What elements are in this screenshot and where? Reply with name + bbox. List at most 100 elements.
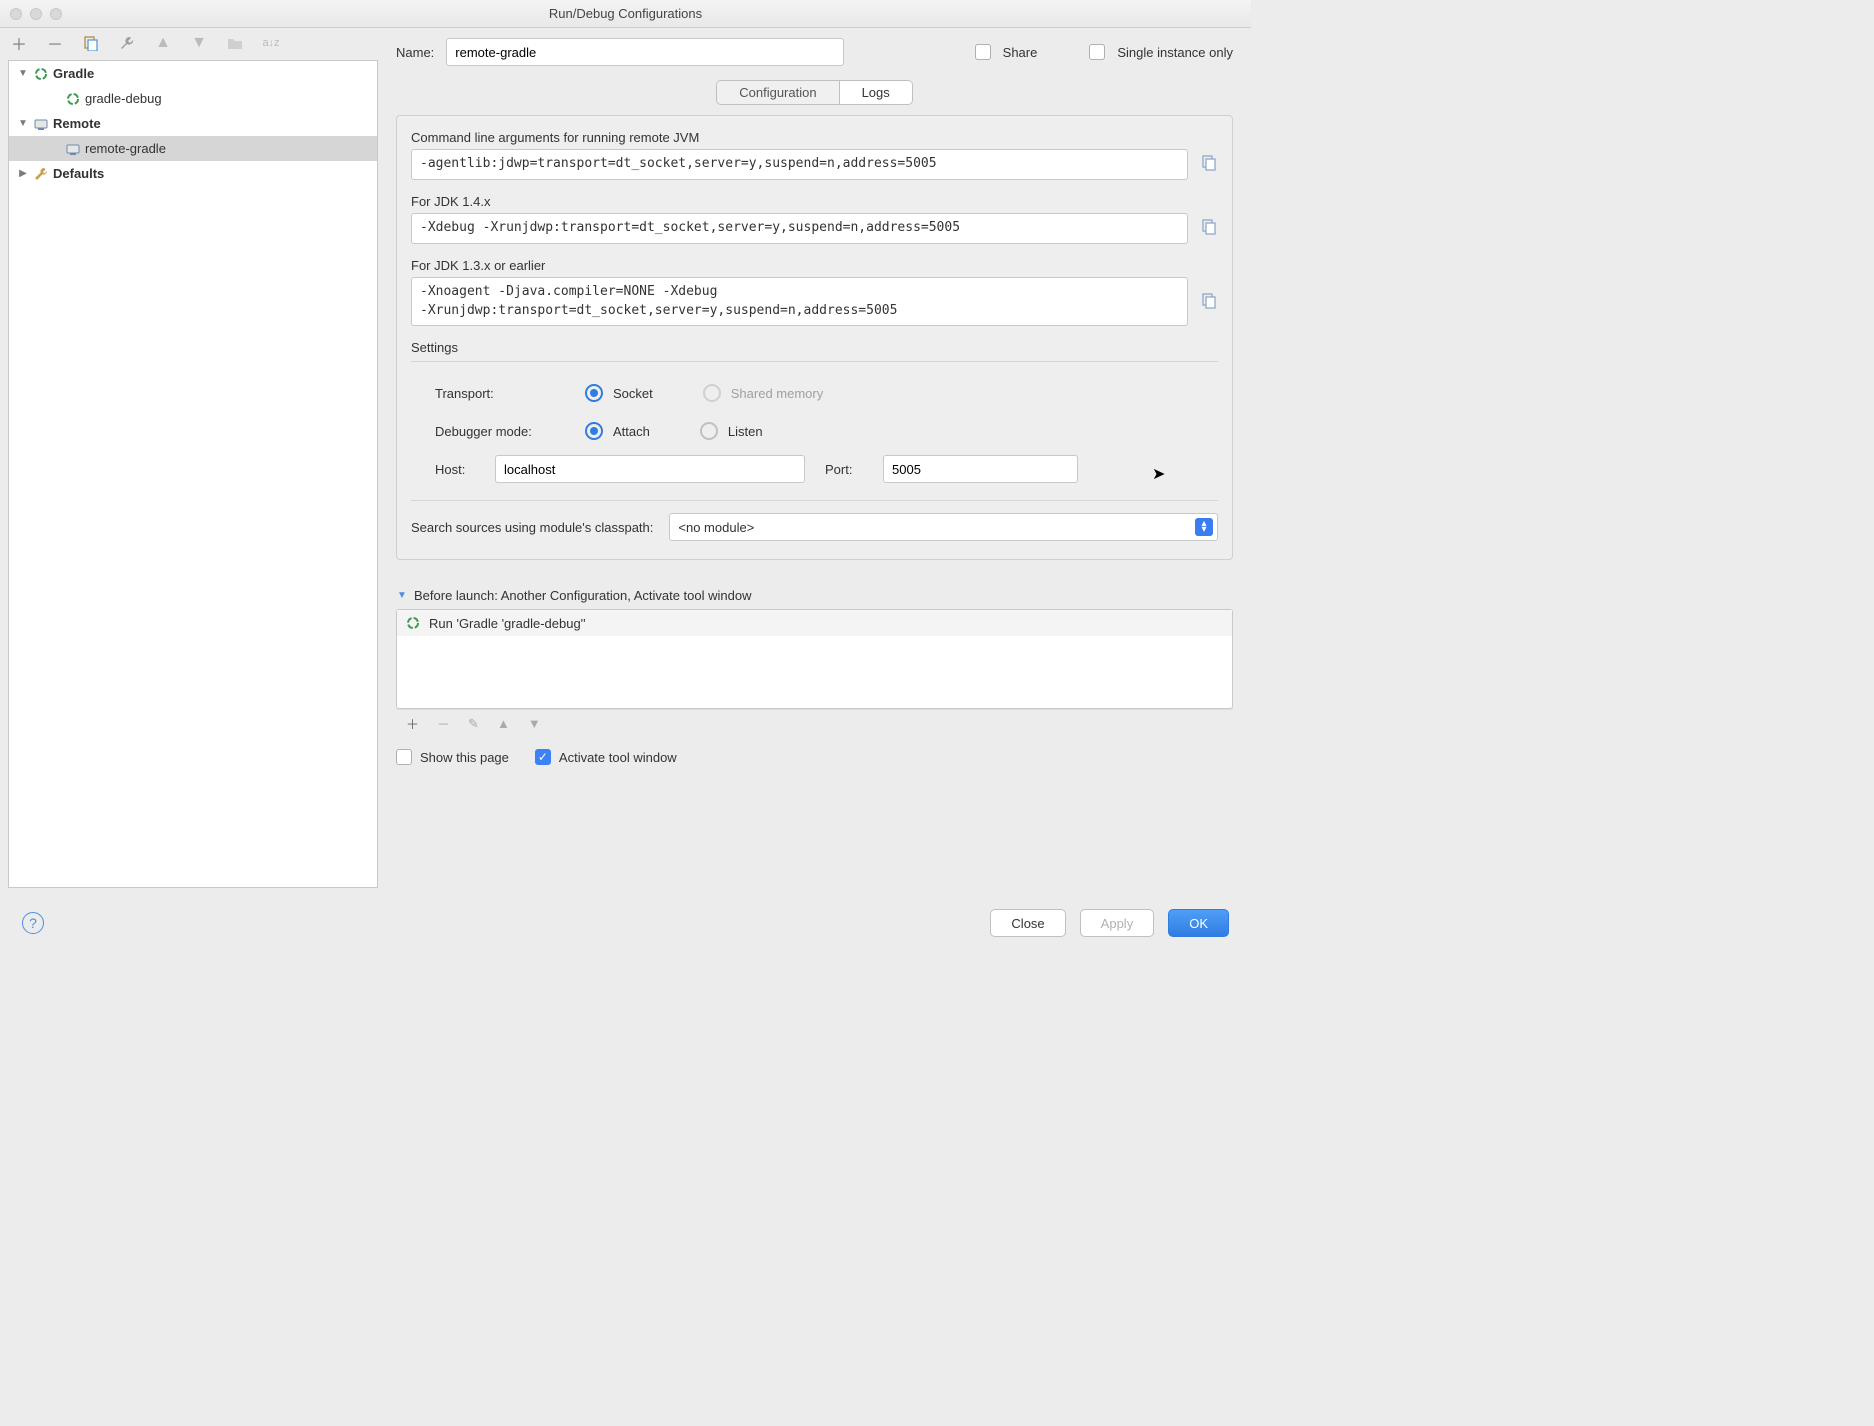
before-launch-item[interactable]: Run 'Gradle 'gradle-debug'' [397,610,1232,636]
transport-row: Transport: Socket Shared memory [411,374,1218,412]
wrench-icon [33,166,49,182]
folder-icon[interactable] [226,34,244,52]
settings-label: Settings [411,340,1218,355]
window-controls [0,8,62,20]
port-label: Port: [825,462,869,477]
activate-tool-window-checkbox[interactable] [535,749,551,765]
copy-icon[interactable] [1200,293,1218,311]
cmd-field[interactable]: -agentlib:jdwp=transport=dt_socket,serve… [411,149,1188,180]
before-launch-header[interactable]: Before launch: Another Configuration, Ac… [396,588,1233,603]
mode-listen-radio[interactable] [700,422,718,440]
name-row: Name: Share Single instance only [396,38,1233,66]
tab-configuration[interactable]: Configuration [717,81,838,104]
cmd-label: Command line arguments for running remot… [411,130,1218,145]
transport-label: Transport: [435,386,585,401]
sidebar: ＋ － ▲ ▼ a↓z Gradle [0,28,378,888]
before-launch-item-label: Run 'Gradle 'gradle-debug'' [429,616,586,631]
tree-node-gradle-debug[interactable]: gradle-debug [9,86,377,111]
tree-label: Remote [53,116,101,131]
single-instance-label: Single instance only [1117,45,1233,60]
name-input[interactable] [446,38,844,66]
up-icon[interactable]: ▲ [154,34,172,52]
tab-label: Configuration [739,85,816,100]
up-icon[interactable]: ▲ [497,716,510,731]
before-launch: Before launch: Another Configuration, Ac… [396,588,1233,765]
help-icon[interactable]: ? [22,912,44,934]
edit-icon[interactable]: ✎ [468,716,479,732]
copy-icon[interactable] [1200,155,1218,173]
host-input[interactable] [495,455,805,483]
sidebar-toolbar: ＋ － ▲ ▼ a↓z [0,28,378,58]
mode-attach-radio[interactable] [585,422,603,440]
show-page-label: Show this page [420,750,509,765]
copy-icon[interactable] [1200,219,1218,237]
add-icon[interactable]: ＋ [406,714,419,733]
titlebar: Run/Debug Configurations [0,0,1251,28]
name-label: Name: [396,45,434,60]
before-launch-list[interactable]: Run 'Gradle 'gradle-debug'' [396,609,1233,709]
tree-node-remote-gradle[interactable]: remote-gradle [9,136,377,161]
dropdown-caret-icon: ▴▾ [1195,518,1213,536]
tree-node-defaults[interactable]: Defaults [9,161,377,186]
close-window-icon[interactable] [10,8,22,20]
tab-bar: Configuration Logs [396,80,1233,105]
mode-label: Debugger mode: [435,424,585,439]
remote-icon [33,116,49,132]
host-port-row: Host: Port: [411,450,1218,488]
module-select[interactable]: <no module> ▴▾ [669,513,1218,541]
down-icon[interactable]: ▼ [528,716,541,731]
chevron-down-icon[interactable] [17,118,29,129]
footer: ? Close Apply OK [0,895,1251,951]
mode-row: Debugger mode: Attach Listen [411,412,1218,450]
mode-listen-label: Listen [728,424,763,439]
wrench-icon[interactable] [118,34,136,52]
config-tree[interactable]: Gradle gradle-debug Remote remote-grad [8,60,378,888]
gradle-icon [33,66,49,82]
chevron-down-icon[interactable] [396,590,408,601]
tab-logs[interactable]: Logs [839,81,912,104]
jdk14-field[interactable]: -Xdebug -Xrunjdwp:transport=dt_socket,se… [411,213,1188,244]
transport-socket-label: Socket [613,386,653,401]
single-instance-checkbox[interactable] [1089,44,1105,60]
config-panel: Name: Share Single instance only Configu… [378,28,1251,888]
show-page-checkbox[interactable] [396,749,412,765]
gradle-icon [65,91,81,107]
share-checkbox[interactable] [975,44,991,60]
copy-icon[interactable] [82,34,100,52]
minimize-window-icon[interactable] [30,8,42,20]
tree-label: gradle-debug [85,91,162,106]
tree-node-remote[interactable]: Remote [9,111,377,136]
share-label: Share [1003,45,1038,60]
down-icon[interactable]: ▼ [190,34,208,52]
port-input[interactable] [883,455,1078,483]
gradle-icon [405,615,421,631]
tree-node-gradle[interactable]: Gradle [9,61,377,86]
transport-socket-radio[interactable] [585,384,603,402]
before-launch-label: Before launch: Another Configuration, Ac… [414,588,752,603]
ok-button[interactable]: OK [1168,909,1229,937]
sort-az-icon[interactable]: a↓z [262,34,280,52]
tree-label: Defaults [53,166,104,181]
button-label: Apply [1101,916,1134,931]
search-label: Search sources using module's classpath: [411,520,653,535]
module-select-value: <no module> [678,520,754,535]
jdk13-label: For JDK 1.3.x or earlier [411,258,1218,273]
tree-label: Gradle [53,66,94,81]
remove-icon[interactable]: － [46,34,64,52]
close-button[interactable]: Close [990,909,1065,937]
chevron-right-icon[interactable] [17,168,29,179]
mode-attach-label: Attach [613,424,650,439]
remove-icon[interactable]: － [437,714,450,733]
transport-shared-label: Shared memory [731,386,823,401]
search-row: Search sources using module's classpath:… [411,513,1218,541]
apply-button[interactable]: Apply [1080,909,1155,937]
tab-label: Logs [862,85,890,100]
zoom-window-icon[interactable] [50,8,62,20]
add-icon[interactable]: ＋ [10,34,28,52]
chevron-down-icon[interactable] [17,68,29,79]
before-launch-toolbar: ＋ － ✎ ▲ ▼ [396,709,1233,737]
tree-label: remote-gradle [85,141,166,156]
activate-tool-window-label: Activate tool window [559,750,677,765]
remote-icon [65,141,81,157]
jdk13-field[interactable]: -Xnoagent -Djava.compiler=NONE -Xdebug -… [411,277,1188,327]
